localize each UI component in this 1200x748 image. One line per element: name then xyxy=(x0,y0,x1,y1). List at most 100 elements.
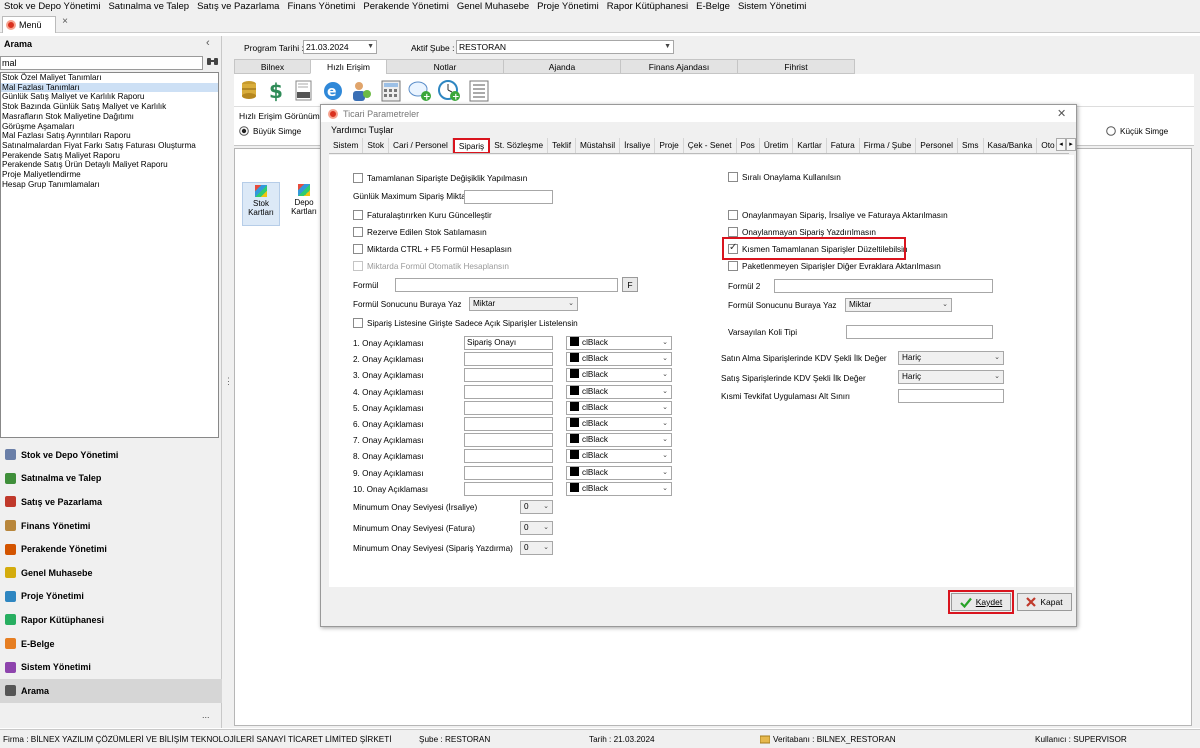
text-file-icon[interactable] xyxy=(294,80,314,102)
search-result-item[interactable]: Mal Fazlası Satış Ayrıntıları Raporu xyxy=(1,131,218,141)
close-tab-icon[interactable]: × xyxy=(60,16,70,28)
cb-onaylanmayan-aktar[interactable]: Onaylanmayan Sipariş, İrsaliye ve Fatura… xyxy=(728,210,948,220)
dialog-tab[interactable]: Pos xyxy=(736,138,760,153)
cb-kur[interactable]: Faturalaştırırken Kuru Güncelleştir xyxy=(353,210,492,220)
cb-degisiklik[interactable]: Tamamlanan Siparişte Değişiklik Yapılmas… xyxy=(353,173,527,183)
program-date-field[interactable]: 21.03.2024 ▼ xyxy=(303,40,377,54)
search-result-item[interactable]: Hesap Grup Tanımlamaları xyxy=(1,180,218,190)
cb-rezerve[interactable]: Rezerve Edilen Stok Satılamasın xyxy=(353,227,487,237)
search-result-item[interactable]: Proje Maliyetlendirme xyxy=(1,170,218,180)
dialog-tab[interactable]: Firma / Şube xyxy=(859,138,917,153)
menu-item[interactable]: Sistem Yönetimi xyxy=(734,0,810,14)
approval-input[interactable] xyxy=(464,384,553,399)
dialog-tab[interactable]: Sipariş xyxy=(452,138,491,153)
approval-input[interactable] xyxy=(464,368,553,383)
checkbox[interactable] xyxy=(353,318,363,328)
cb-paket[interactable]: Paketlenmeyen Siparişler Diğer Evraklara… xyxy=(728,261,941,271)
menu-item[interactable]: Rapor Kütüphanesi xyxy=(603,0,692,14)
main-tab[interactable]: Hızlı Erişim xyxy=(310,59,387,74)
approval-input[interactable] xyxy=(464,433,553,448)
approval-input[interactable]: Sipariş Onayı xyxy=(464,336,553,350)
sidebar-search-input[interactable] xyxy=(0,56,203,70)
approval-input[interactable] xyxy=(464,352,553,367)
nav-item-rapor-kütüphanesi[interactable]: Rapor Kütüphanesi xyxy=(0,608,222,632)
search-result-item[interactable]: Perakende Satış Maliyet Raporu xyxy=(1,151,218,161)
cb-onaylanmayan-yazdir[interactable]: Onaylanmayan Sipariş Yazdırılmasın xyxy=(728,227,876,237)
kdv-satis-select[interactable]: Hariç ⌄ xyxy=(898,370,1004,384)
main-tab[interactable]: Bilnex xyxy=(234,59,311,74)
approval-input[interactable] xyxy=(464,449,553,464)
dialog-tab[interactable]: Kasa/Banka xyxy=(983,138,1038,153)
checkbox[interactable] xyxy=(353,173,363,183)
dialog-tab[interactable]: Teklif xyxy=(548,138,577,153)
menu-item[interactable]: Satış ve Pazarlama xyxy=(193,0,283,14)
cb-sirali[interactable]: Sıralı Onaylama Kullanılsın xyxy=(728,172,841,182)
formul-input[interactable] xyxy=(395,278,618,292)
menu-item[interactable]: Genel Muhasebe xyxy=(453,0,533,14)
list-icon[interactable] xyxy=(469,80,489,102)
checkbox[interactable] xyxy=(728,210,738,220)
dollar-icon[interactable]: $ xyxy=(267,79,287,103)
search-result-item[interactable]: Stok Bazında Günlük Satış Maliyet ve Kar… xyxy=(1,102,218,112)
dialog-tab[interactable]: Cari / Personel xyxy=(388,138,453,153)
dialog-tab[interactable]: St. Sözleşme xyxy=(490,138,549,153)
checkbox[interactable] xyxy=(353,227,363,237)
dialog-tab[interactable]: Sms xyxy=(957,138,984,153)
splitter[interactable]: ⋮ xyxy=(222,36,233,728)
menu-item[interactable]: Satınalma ve Talep xyxy=(104,0,193,14)
approval-color-select[interactable]: clBlack ⌄ xyxy=(566,417,672,431)
formul2-input[interactable] xyxy=(774,279,993,293)
tile-stok-kartlari[interactable]: Stok Kartları xyxy=(242,182,280,226)
menu-item[interactable]: Proje Yönetimi xyxy=(533,0,603,14)
approval-color-select[interactable]: clBlack ⌄ xyxy=(566,433,672,448)
koli-input[interactable] xyxy=(846,325,993,339)
nav-item-genel-muhasebe[interactable]: Genel Muhasebe xyxy=(0,561,222,585)
approval-input[interactable] xyxy=(464,417,553,431)
approval-color-select[interactable]: clBlack ⌄ xyxy=(566,481,672,496)
calculator-icon[interactable] xyxy=(381,80,401,102)
nav-item-satınalma-ve-talep[interactable]: Satınalma ve Talep xyxy=(0,467,222,491)
approval-color-select[interactable]: clBlack ⌄ xyxy=(566,449,672,464)
tile-depo-kartlari[interactable]: Depo Kartları xyxy=(285,182,323,226)
checkbox[interactable] xyxy=(728,227,738,237)
nav-item-e-belge[interactable]: E-Belge xyxy=(0,632,222,656)
dialog-tab[interactable]: Çek - Senet xyxy=(683,138,737,153)
scroll-right-icon[interactable]: ▸ xyxy=(1066,138,1076,151)
dialog-tab[interactable]: Üretim xyxy=(759,138,794,153)
main-tab[interactable]: Fihrist xyxy=(737,59,855,74)
checkbox[interactable] xyxy=(353,244,363,254)
close-button[interactable]: Kapat xyxy=(1017,593,1072,611)
dialog-tab[interactable]: Proje xyxy=(655,138,684,153)
cb-acik-siparis[interactable]: Sipariş Listesine Girişte Sadece Açık Si… xyxy=(353,318,578,328)
search-result-item[interactable]: Satınalmalardan Fiyat Farkı Satış Fatura… xyxy=(1,141,218,151)
search-result-item[interactable]: Mal Fazlası Tanımları xyxy=(1,82,218,93)
dialog-tab[interactable]: Stok xyxy=(363,138,389,153)
formul-sonuc2-select[interactable]: Miktar ⌄ xyxy=(845,298,952,312)
more-icon[interactable]: ... xyxy=(202,710,210,720)
search-result-item[interactable]: Stok Özel Maliyet Tanımları xyxy=(1,73,218,83)
checkbox[interactable] xyxy=(728,261,738,271)
formul-button[interactable]: F xyxy=(622,277,638,292)
nav-item-finans-yönetimi[interactable]: Finans Yönetimi xyxy=(0,514,222,538)
dialog-tab[interactable]: Kartlar xyxy=(793,138,827,153)
tab-menu[interactable]: Menü xyxy=(2,16,56,33)
scroll-left-icon[interactable]: ◂ xyxy=(1056,138,1066,151)
main-tab[interactable]: Finans Ajandası xyxy=(620,59,738,74)
collapse-sidebar-icon[interactable]: ‹ xyxy=(206,37,210,49)
main-tab[interactable]: Notlar xyxy=(386,59,504,74)
dialog-tab[interactable]: Müstahsil xyxy=(576,138,621,153)
add-reminder-icon[interactable]: + xyxy=(437,80,461,103)
dialog-tab[interactable]: Fatura xyxy=(826,138,860,153)
main-tab[interactable]: Ajanda xyxy=(503,59,621,74)
approval-color-select[interactable]: clBlack ⌄ xyxy=(566,336,672,350)
approval-input[interactable] xyxy=(464,465,553,480)
nav-item-proje-yönetimi[interactable]: Proje Yönetimi xyxy=(0,585,222,609)
checkbox[interactable] xyxy=(353,210,363,220)
nav-item-perakende-yönetimi[interactable]: Perakende Yönetimi xyxy=(0,537,222,561)
close-icon[interactable]: ✕ xyxy=(1057,107,1066,120)
nav-item-sistem-yönetimi[interactable]: Sistem Yönetimi xyxy=(0,655,222,679)
database-icon[interactable] xyxy=(240,80,260,102)
approval-color-select[interactable]: clBlack ⌄ xyxy=(566,352,672,367)
approval-color-select[interactable]: clBlack ⌄ xyxy=(566,465,672,480)
small-icon-radio[interactable]: Küçük Simge xyxy=(1106,126,1168,136)
